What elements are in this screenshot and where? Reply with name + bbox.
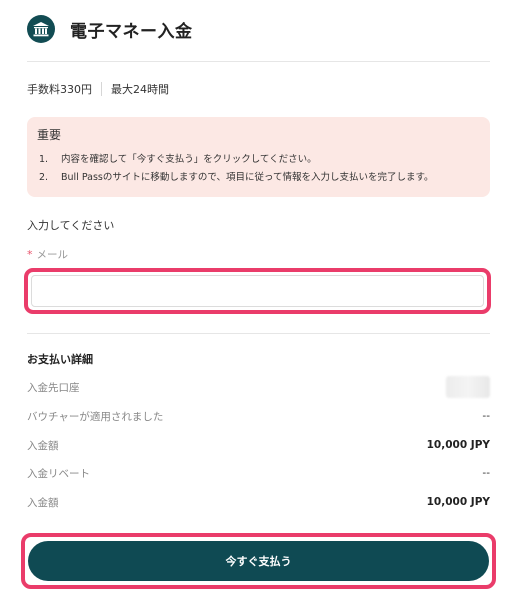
notice-title: 重要 (37, 128, 62, 142)
payment-details-title: お支払い詳細 (27, 353, 93, 366)
detail-value: -- (482, 467, 490, 479)
detail-label: 入金先口座 (27, 381, 80, 394)
pay-button-highlight: 今すぐ支払う (21, 533, 496, 589)
pay-now-button[interactable]: 今すぐ支払う (28, 541, 489, 581)
processing-time-text: 最大24時間 (111, 83, 169, 96)
email-field-highlight (24, 268, 491, 314)
detail-row-account: 入金先口座 (27, 376, 490, 398)
detail-value: 10,000 JPY (426, 439, 490, 451)
email-label-text: メール (36, 249, 69, 261)
notice-item: 2. Bull Passのサイトに移動しますので、項目に従って情報を入力し支払い… (37, 169, 480, 187)
page-header: 電子マネー入金 (27, 14, 193, 44)
notice-item-number: 2. (39, 172, 49, 183)
detail-label: バウチャーが適用されました (27, 410, 164, 423)
input-section-label: 入力してください (27, 219, 115, 232)
detail-row-voucher: バウチャーが適用されました -- (27, 408, 490, 424)
header-divider (27, 61, 490, 62)
notice-item-text: 内容を確認して「今すぐ支払う」をクリックしてください。 (61, 154, 317, 165)
detail-value: 10,000 JPY (426, 496, 490, 508)
page-title: 電子マネー入金 (70, 21, 193, 42)
detail-row-total-amount: 入金額 10,000 JPY (27, 494, 490, 510)
bank-icon (27, 15, 55, 43)
notice-item-number: 1. (39, 154, 49, 165)
detail-row-deposit-amount: 入金額 10,000 JPY (27, 437, 490, 453)
fee-info: 手数料330円 最大24時間 (27, 80, 169, 98)
email-label: * メール (27, 247, 68, 262)
notice-item: 1. 内容を確認して「今すぐ支払う」をクリックしてください。 (37, 151, 480, 169)
detail-label: 入金額 (27, 439, 59, 452)
detail-row-rebate: 入金リベート -- (27, 465, 490, 481)
notice-item-text: Bull Passのサイトに移動しますので、項目に従って情報を入力し支払いを完了… (61, 172, 434, 183)
details-divider (27, 333, 490, 334)
email-input[interactable] (31, 275, 484, 307)
fee-text: 手数料330円 (27, 83, 92, 96)
fee-separator (101, 82, 102, 96)
detail-label: 入金額 (27, 496, 59, 509)
required-mark: * (27, 248, 33, 261)
detail-label: 入金リベート (27, 467, 90, 480)
detail-value: -- (482, 410, 490, 422)
redacted-account-value (446, 376, 490, 398)
important-notice: 重要 1. 内容を確認して「今すぐ支払う」をクリックしてください。 2. Bul… (27, 117, 490, 197)
